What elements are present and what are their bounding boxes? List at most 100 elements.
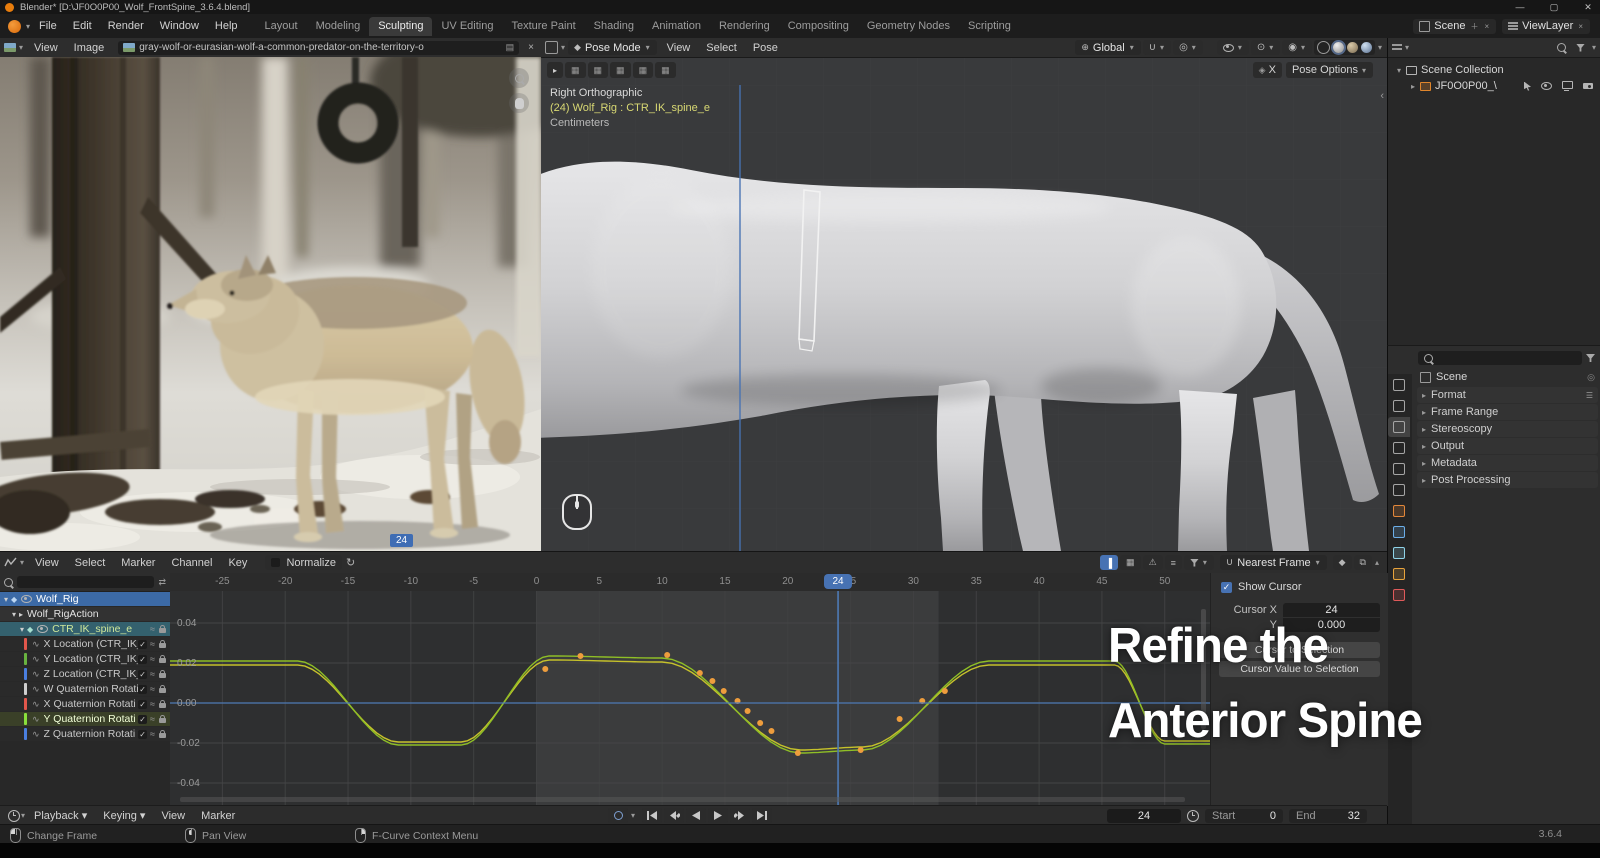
new-scene-icon[interactable]: ＋ <box>1470 21 1478 32</box>
normalization-icon-button[interactable]: ▦ <box>1120 555 1141 570</box>
mirror-x-toggle[interactable]: ◈ X <box>1252 62 1282 78</box>
overlays-toggle[interactable]: ◉ ▾ <box>1282 40 1312 55</box>
frame-end-field[interactable]: End 32 <box>1289 808 1367 823</box>
close-button[interactable]: ✕ <box>1571 2 1600 13</box>
image-menu-image[interactable]: Image <box>66 42 113 54</box>
visibility-eye-icon[interactable] <box>21 595 33 603</box>
image-menu-view[interactable]: View <box>26 42 66 54</box>
zoom-gizmo-icon[interactable] <box>509 68 529 88</box>
channel-search-input[interactable] <box>17 576 155 588</box>
properties-tab-tool-icon[interactable] <box>1388 375 1410 395</box>
viewport-menu-select[interactable]: Select <box>698 42 745 54</box>
blender-menu-icon[interactable] <box>8 19 21 33</box>
play-button[interactable] <box>708 808 729 823</box>
menu-file[interactable]: File <box>31 20 65 32</box>
snap-toggle[interactable]: ∪ ▾ <box>1142 40 1172 55</box>
expand-icon[interactable]: ▸ <box>1411 82 1415 91</box>
panel-presets-icon[interactable]: ☰ <box>1586 391 1593 400</box>
select-mode-2[interactable]: ▦ <box>587 62 609 78</box>
minimize-button[interactable]: — <box>1503 2 1537 12</box>
gizmo-toggle[interactable]: ⊙ ▾ <box>1250 40 1281 55</box>
next-keyframe-button[interactable] <box>730 808 751 823</box>
workspace-tab-sculpting[interactable]: Sculpting <box>369 16 433 36</box>
disable-render-icon[interactable] <box>1583 83 1593 89</box>
jump-to-end-button[interactable] <box>752 808 773 823</box>
scene-selector[interactable]: Scene ＋ × <box>1413 18 1497 34</box>
properties-tab-render-icon[interactable] <box>1388 396 1410 416</box>
workspace-tab-animation[interactable]: Animation <box>643 17 710 36</box>
graph-menu-channel[interactable]: Channel <box>163 557 220 569</box>
frame-start-field[interactable]: Start 0 <box>1205 808 1283 823</box>
properties-tab-view-layer-icon[interactable] <box>1388 438 1410 458</box>
channel-enable-checkbox[interactable]: ✓ <box>138 639 148 649</box>
use-preview-range-icon[interactable] <box>1187 809 1199 822</box>
proportional-edit-toggle[interactable]: ◎ ▾ <box>1173 40 1203 55</box>
hide-viewport-icon[interactable] <box>1541 82 1552 90</box>
show-cursor-checkbox[interactable]: ✓ <box>1221 581 1232 593</box>
lock-icon[interactable] <box>159 670 166 678</box>
modifier-icon[interactable]: ≈ <box>150 669 155 679</box>
normalize-toggle[interactable]: Normalize <box>265 555 342 570</box>
select-mode-4[interactable]: ▦ <box>632 62 654 78</box>
shading-rendered-button[interactable] <box>1360 42 1372 53</box>
graph-filter-button[interactable]: ▾ <box>1183 555 1214 570</box>
show-cursor-toggle-header[interactable]: ▐ <box>1099 555 1119 570</box>
select-mode-3[interactable]: ▦ <box>610 62 631 78</box>
properties-panel-stereoscopy[interactable]: ▸ Stereoscopy <box>1417 421 1598 437</box>
unlink-image-button[interactable]: × <box>525 42 537 53</box>
channel-enable-checkbox[interactable]: ✓ <box>138 684 148 694</box>
channel-row-x-location-ctr-ik-[interactable]: ∿ X Location (CTR_IK_ ✓ ≈ <box>0 637 170 651</box>
channel-row-y-location-ctr-ik-[interactable]: ∿ Y Location (CTR_IK_ ✓ ≈ <box>0 652 170 666</box>
pin-icon[interactable]: ◎ <box>1587 372 1595 383</box>
outliner-row-scene-collection[interactable]: ▾ Scene Collection <box>1388 62 1600 78</box>
fcurve-plot-area[interactable]: 0.04 0.02 0.00 -0.02 -0.04 <box>159 591 1215 806</box>
properties-tab-texture-icon[interactable] <box>1388 585 1410 605</box>
orientation-dropdown[interactable]: ⊕ Global ▾ <box>1075 40 1141 55</box>
channel-row-w-quaternion-rotati[interactable]: ∿ W Quaternion Rotati ✓ ≈ <box>0 682 170 696</box>
shading-solid-button[interactable] <box>1332 42 1344 53</box>
timeline-menu-keying[interactable]: Keying ▾ <box>95 809 153 822</box>
properties-tab-world-icon[interactable] <box>1388 480 1410 500</box>
expand-icon[interactable]: ▾ <box>20 625 24 634</box>
properties-panel-frame-range[interactable]: ▸ Frame Range <box>1417 404 1598 420</box>
prev-keyframe-button[interactable] <box>664 808 685 823</box>
image-datablock-field[interactable]: gray-wolf-or-eurasian-wolf-a-common-pred… <box>118 40 520 55</box>
viewlayer-selector[interactable]: ViewLayer × <box>1502 18 1590 34</box>
channel-enable-checkbox[interactable]: ✓ <box>138 699 148 709</box>
pivot-button[interactable]: ◆ <box>1332 555 1352 570</box>
expand-icon[interactable]: ▾ <box>12 610 16 619</box>
properties-panel-format[interactable]: ▸ Format ☰ <box>1417 387 1598 403</box>
graph-menu-marker[interactable]: Marker <box>113 557 163 569</box>
playhead-badge[interactable]: 24 <box>824 574 852 589</box>
lock-icon[interactable] <box>159 715 166 723</box>
channel-enable-checkbox[interactable]: ✓ <box>138 669 148 679</box>
snap-dropdown[interactable]: ∪ Nearest Frame ▾ <box>1219 555 1327 570</box>
properties-tab-object-icon[interactable] <box>1388 501 1410 521</box>
lock-icon[interactable] <box>159 640 166 648</box>
unlink-scene-icon[interactable]: × <box>1484 22 1489 31</box>
pan-hand-gizmo-icon[interactable] <box>509 93 529 113</box>
normalize-checkbox[interactable] <box>271 558 281 567</box>
expand-icon[interactable]: ▾ <box>1397 66 1401 75</box>
graph-editor-type-icon[interactable] <box>4 557 17 568</box>
shading-material-button[interactable] <box>1346 42 1358 53</box>
channel-row-z-quaternion-rotati[interactable]: ∿ Z Quaternion Rotati ✓ ≈ <box>0 727 170 741</box>
auto-keying-toggle[interactable] <box>608 808 628 823</box>
menu-edit[interactable]: Edit <box>65 20 100 32</box>
copy-button[interactable]: ⧉ <box>1353 555 1372 570</box>
properties-tab-modifiers-icon[interactable] <box>1388 522 1410 542</box>
timeline-menu-view[interactable]: View <box>153 810 193 822</box>
menu-window[interactable]: Window <box>152 20 207 32</box>
properties-tab-output-icon[interactable] <box>1388 417 1410 437</box>
properties-tab-particles-icon[interactable] <box>1388 543 1410 563</box>
outliner-row-collection[interactable]: ▸ JF0O0P00_\ <box>1388 78 1600 94</box>
modifier-icon[interactable]: ≈ <box>150 654 155 664</box>
refresh-icon[interactable]: ↻ <box>346 556 355 569</box>
channel-row-wolf-rig[interactable]: ▾ ◆ Wolf_Rig <box>0 592 170 606</box>
lock-icon[interactable] <box>159 685 166 693</box>
channel-list-icon-button[interactable]: ≡ <box>1164 555 1182 570</box>
properties-filter-icon[interactable] <box>1586 354 1595 362</box>
viewport-menu-pose[interactable]: Pose <box>745 42 786 54</box>
properties-search-input[interactable] <box>1418 351 1582 365</box>
maximize-button[interactable]: ▢ <box>1537 2 1571 13</box>
